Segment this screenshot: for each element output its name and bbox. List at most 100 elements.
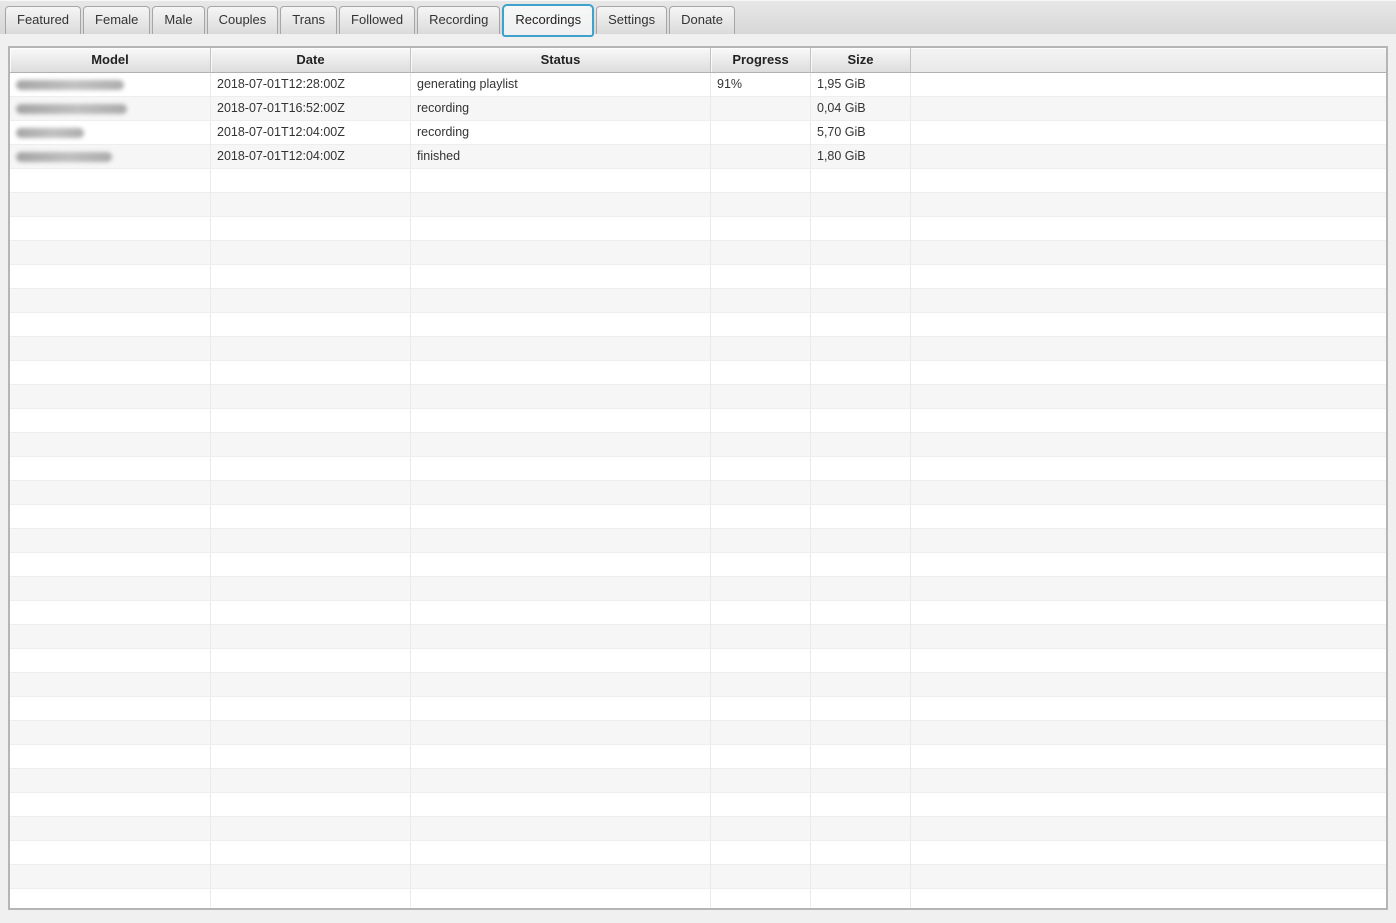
cell-date xyxy=(211,697,411,720)
cell-filler xyxy=(911,409,1386,432)
cell-model xyxy=(10,505,211,528)
tab-followed[interactable]: Followed xyxy=(339,6,416,34)
cell-size xyxy=(811,697,911,720)
cell-date xyxy=(211,385,411,408)
cell-status xyxy=(411,241,711,264)
cell-date xyxy=(211,889,411,908)
tab-featured[interactable]: Featured xyxy=(5,6,82,34)
cell-status: recording xyxy=(411,97,711,120)
cell-size: 1,95 GiB xyxy=(811,73,911,96)
empty-row xyxy=(10,529,1386,553)
table-row[interactable]: 2018-07-01T16:52:00Z recording 0,04 GiB xyxy=(10,97,1386,121)
cell-date xyxy=(211,673,411,696)
cell-size xyxy=(811,385,911,408)
cell-filler xyxy=(911,721,1386,744)
empty-row xyxy=(10,553,1386,577)
cell-progress xyxy=(711,889,811,908)
cell-model xyxy=(10,721,211,744)
tab-settings[interactable]: Settings xyxy=(596,6,668,34)
column-header-progress[interactable]: Progress xyxy=(711,48,811,73)
tab-couples[interactable]: Couples xyxy=(206,6,279,34)
cell-size xyxy=(811,529,911,552)
empty-row xyxy=(10,649,1386,673)
table-row[interactable]: 2018-07-01T12:28:00Z generating playlist 9… xyxy=(10,73,1386,97)
cell-model xyxy=(10,385,211,408)
cell-filler xyxy=(911,193,1386,216)
cell-date xyxy=(211,169,411,192)
cell-size xyxy=(811,193,911,216)
empty-row xyxy=(10,577,1386,601)
cell-size xyxy=(811,481,911,504)
cell-progress xyxy=(711,169,811,192)
cell-size xyxy=(811,601,911,624)
tab-recording[interactable]: Recording xyxy=(417,6,501,34)
cell-progress xyxy=(711,793,811,816)
cell-date xyxy=(211,217,411,240)
tab-female[interactable]: Female xyxy=(83,6,151,34)
cell-filler xyxy=(911,241,1386,264)
cell-status xyxy=(411,385,711,408)
column-header-size[interactable]: Size xyxy=(811,48,911,73)
table-row[interactable]: 2018-07-01T12:04:00Z recording 5,70 GiB xyxy=(10,121,1386,145)
cell-filler xyxy=(911,553,1386,576)
cell-status xyxy=(411,433,711,456)
table-body: 2018-07-01T12:28:00Z generating playlist 9… xyxy=(10,73,1386,908)
cell-model xyxy=(10,865,211,888)
cell-model xyxy=(10,769,211,792)
table-row[interactable]: 2018-07-01T12:04:00Z finished 1,80 GiB xyxy=(10,145,1386,169)
cell-filler xyxy=(911,841,1386,864)
cell-model xyxy=(10,793,211,816)
content-pane: Model Date Status Progress Size 2018-07-01T1… xyxy=(0,34,1396,923)
empty-row xyxy=(10,265,1386,289)
empty-row xyxy=(10,337,1386,361)
empty-row xyxy=(10,169,1386,193)
empty-row xyxy=(10,361,1386,385)
cell-size xyxy=(811,625,911,648)
empty-row xyxy=(10,721,1386,745)
cell-model xyxy=(10,481,211,504)
cell-status xyxy=(411,841,711,864)
tab-male[interactable]: Male xyxy=(152,6,205,34)
cell-filler xyxy=(911,433,1386,456)
cell-status: generating playlist xyxy=(411,73,711,96)
tab-recordings[interactable]: Recordings xyxy=(502,4,595,37)
cell-date xyxy=(211,577,411,600)
model-name-redacted xyxy=(16,128,84,138)
cell-date xyxy=(211,289,411,312)
cell-progress xyxy=(711,697,811,720)
cell-date xyxy=(211,841,411,864)
cell-filler xyxy=(911,817,1386,840)
empty-row xyxy=(10,793,1386,817)
cell-date xyxy=(211,265,411,288)
cell-model xyxy=(10,121,211,144)
cell-progress xyxy=(711,745,811,768)
cell-date: 2018-07-01T12:28:00Z xyxy=(211,73,411,96)
empty-row xyxy=(10,505,1386,529)
cell-status xyxy=(411,265,711,288)
cell-progress xyxy=(711,145,811,168)
cell-size xyxy=(811,649,911,672)
column-header-model[interactable]: Model xyxy=(10,48,211,73)
cell-progress xyxy=(711,289,811,312)
cell-status xyxy=(411,673,711,696)
cell-size: 0,04 GiB xyxy=(811,97,911,120)
cell-filler xyxy=(911,505,1386,528)
cell-status xyxy=(411,193,711,216)
cell-status xyxy=(411,697,711,720)
cell-size xyxy=(811,265,911,288)
cell-model xyxy=(10,193,211,216)
empty-row xyxy=(10,865,1386,889)
empty-row xyxy=(10,289,1386,313)
cell-date xyxy=(211,721,411,744)
tab-trans[interactable]: Trans xyxy=(280,6,338,34)
empty-row xyxy=(10,433,1386,457)
cell-progress xyxy=(711,409,811,432)
cell-size xyxy=(811,721,911,744)
cell-progress xyxy=(711,865,811,888)
column-header-date[interactable]: Date xyxy=(211,48,411,73)
empty-row xyxy=(10,889,1386,908)
column-header-status[interactable]: Status xyxy=(411,48,711,73)
cell-status xyxy=(411,601,711,624)
tab-donate[interactable]: Donate xyxy=(669,6,736,34)
empty-row xyxy=(10,241,1386,265)
